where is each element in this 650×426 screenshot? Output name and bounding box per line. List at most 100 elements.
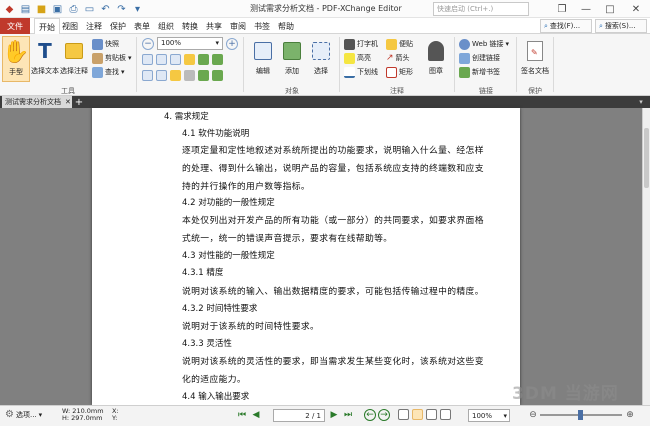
- stamp-button[interactable]: 图章: [421, 36, 451, 82]
- back-icon[interactable]: ←: [364, 409, 376, 421]
- tab-share[interactable]: 共享: [202, 18, 226, 34]
- rotate-right-icon[interactable]: [212, 70, 223, 81]
- page-number-input[interactable]: 2 / 1: [273, 409, 325, 422]
- tab-form[interactable]: 表单: [130, 18, 154, 34]
- paragraph-line: 持的并行操作的用户数等指标。: [182, 182, 311, 192]
- comment-icon[interactable]: [184, 54, 195, 65]
- select-object-button[interactable]: 选择: [307, 36, 335, 82]
- tab-comment[interactable]: 注释: [82, 18, 106, 34]
- zoom-out-icon[interactable]: −: [142, 38, 154, 50]
- note-icon[interactable]: [170, 70, 181, 81]
- search-icon: ⌕: [599, 21, 603, 30]
- group-separator: [243, 37, 244, 92]
- sign-document-button[interactable]: ✎ 签名文档: [519, 36, 551, 82]
- zoom-in-icon[interactable]: +: [226, 38, 238, 50]
- new-tab-icon[interactable]: +: [74, 96, 84, 108]
- rotate-left-icon[interactable]: [198, 70, 209, 81]
- restore-icon[interactable]: ❐: [550, 0, 574, 18]
- arrow-button[interactable]: ↗ 箭头: [386, 52, 413, 64]
- facing-view-icon[interactable]: [426, 409, 437, 420]
- tab-convert[interactable]: 转换: [178, 18, 202, 34]
- app-logo-icon: ◆: [5, 3, 14, 15]
- edit-object-icon: [254, 36, 272, 66]
- pdf-page[interactable]: 4. 需求规定 4.1 软件功能说明 逐项定量和定性地叙述对系统所提出的功能要求，说…: [92, 108, 520, 405]
- add-object-button[interactable]: 添加: [278, 36, 306, 82]
- status-zoom-out-icon[interactable]: ⊖: [527, 409, 539, 421]
- continuous-icon[interactable]: [156, 70, 167, 81]
- vertical-scrollbar[interactable]: [642, 108, 650, 405]
- print-icon[interactable]: ⎙: [66, 2, 81, 16]
- single-page-view-icon[interactable]: [398, 409, 409, 420]
- tab-bookmarks[interactable]: 书签: [250, 18, 274, 34]
- continuous-view-icon[interactable]: [412, 409, 423, 420]
- undo-icon[interactable]: ↶: [98, 2, 113, 16]
- customize-icon[interactable]: ▾: [130, 2, 145, 16]
- tab-help[interactable]: 帮助: [274, 18, 298, 34]
- note-button[interactable]: 便贴: [386, 38, 413, 50]
- highlighter-icon: [344, 52, 355, 64]
- close-tab-icon[interactable]: ✕: [65, 98, 71, 106]
- tab-organize[interactable]: 组织: [154, 18, 178, 34]
- underline-button[interactable]: 下划线: [344, 66, 378, 78]
- last-page-icon[interactable]: [212, 54, 223, 65]
- page-navigation-next: ▶ ⏭: [328, 409, 354, 421]
- close-icon[interactable]: ✕: [624, 0, 648, 18]
- rectangle-button[interactable]: 矩形: [386, 66, 413, 78]
- underline-icon: [344, 66, 355, 78]
- first-page-nav-icon[interactable]: ⏮: [236, 409, 248, 421]
- new-icon[interactable]: ▤: [18, 2, 33, 16]
- zoom-slider-thumb[interactable]: [578, 410, 583, 420]
- next-page-nav-icon[interactable]: ▶: [328, 409, 340, 421]
- tab-list-icon[interactable]: ▾: [634, 96, 648, 108]
- maximize-icon[interactable]: □: [598, 0, 622, 18]
- prev-page-nav-icon[interactable]: ◀: [250, 409, 262, 421]
- redo-icon[interactable]: ↷: [114, 2, 129, 16]
- select-comment-button[interactable]: 选择注释: [60, 36, 88, 82]
- typewriter-button[interactable]: 打字机: [344, 38, 378, 50]
- select-text-button[interactable]: T 选择文本: [31, 36, 59, 82]
- fit-page-icon[interactable]: [156, 54, 167, 65]
- snapshot-button[interactable]: 快照: [92, 38, 132, 50]
- new-bookmark-button[interactable]: 新增书签: [459, 66, 509, 78]
- minimize-icon[interactable]: —: [574, 0, 598, 18]
- typewriter-icon: [344, 38, 355, 50]
- zoom-select[interactable]: 100% ▾: [157, 37, 223, 50]
- save-icon[interactable]: ▣: [50, 2, 65, 16]
- actual-size-icon[interactable]: [142, 54, 153, 65]
- paragraph-line: 说明对该系统的输入、输出数据精度的要求，可能包括传输过程中的精度。: [182, 287, 484, 297]
- comments-group-label: 注释: [390, 87, 404, 95]
- group-separator: [454, 37, 455, 92]
- highlight-button[interactable]: 高亮: [344, 52, 378, 64]
- single-page-icon[interactable]: [142, 70, 153, 81]
- clipboard-button[interactable]: 剪贴板 ▾: [92, 52, 132, 64]
- open-folder-icon[interactable]: ■: [34, 2, 49, 16]
- scrollbar-thumb[interactable]: [644, 128, 649, 188]
- hand-tool-button[interactable]: ✋ 手型: [2, 36, 30, 82]
- status-zoom-in-icon[interactable]: ⊕: [624, 409, 636, 421]
- fit-width-icon[interactable]: [170, 54, 181, 65]
- web-link-button[interactable]: Web 链接 ▾: [459, 38, 509, 50]
- document-tab[interactable]: 测试需求分析文档 ✕: [2, 96, 72, 108]
- first-page-icon[interactable]: [198, 54, 209, 65]
- create-link-button[interactable]: 创建链接: [459, 52, 509, 64]
- edit-object-button[interactable]: 编辑: [249, 36, 277, 82]
- find-tool-button[interactable]: 查找 ▾: [92, 66, 132, 78]
- search-button[interactable]: ⌕ 搜索(S)...: [595, 19, 647, 33]
- binoculars-icon: [92, 66, 103, 78]
- quick-launch-search[interactable]: 快速启动 (Ctrl+.): [433, 2, 529, 16]
- attachment-icon[interactable]: [184, 70, 195, 81]
- status-zoom-select[interactable]: 100% ▾: [468, 409, 510, 422]
- tab-view[interactable]: 视图: [58, 18, 82, 34]
- group-separator: [516, 37, 517, 92]
- tab-protect[interactable]: 保护: [106, 18, 130, 34]
- tab-home[interactable]: 开始: [34, 18, 60, 35]
- last-page-nav-icon[interactable]: ⏭: [342, 409, 354, 421]
- find-button[interactable]: ⌕ 查找(F)...: [540, 19, 592, 33]
- tab-review[interactable]: 审阅: [226, 18, 250, 34]
- options-button[interactable]: ⚙ 选项... ▾: [5, 409, 42, 420]
- facing-continuous-view-icon[interactable]: [440, 409, 451, 420]
- forward-icon[interactable]: →: [378, 409, 390, 421]
- paragraph-line: 化的适应能力。: [182, 375, 247, 385]
- file-menu[interactable]: 文件: [0, 18, 30, 34]
- scan-icon[interactable]: ▭: [82, 2, 97, 16]
